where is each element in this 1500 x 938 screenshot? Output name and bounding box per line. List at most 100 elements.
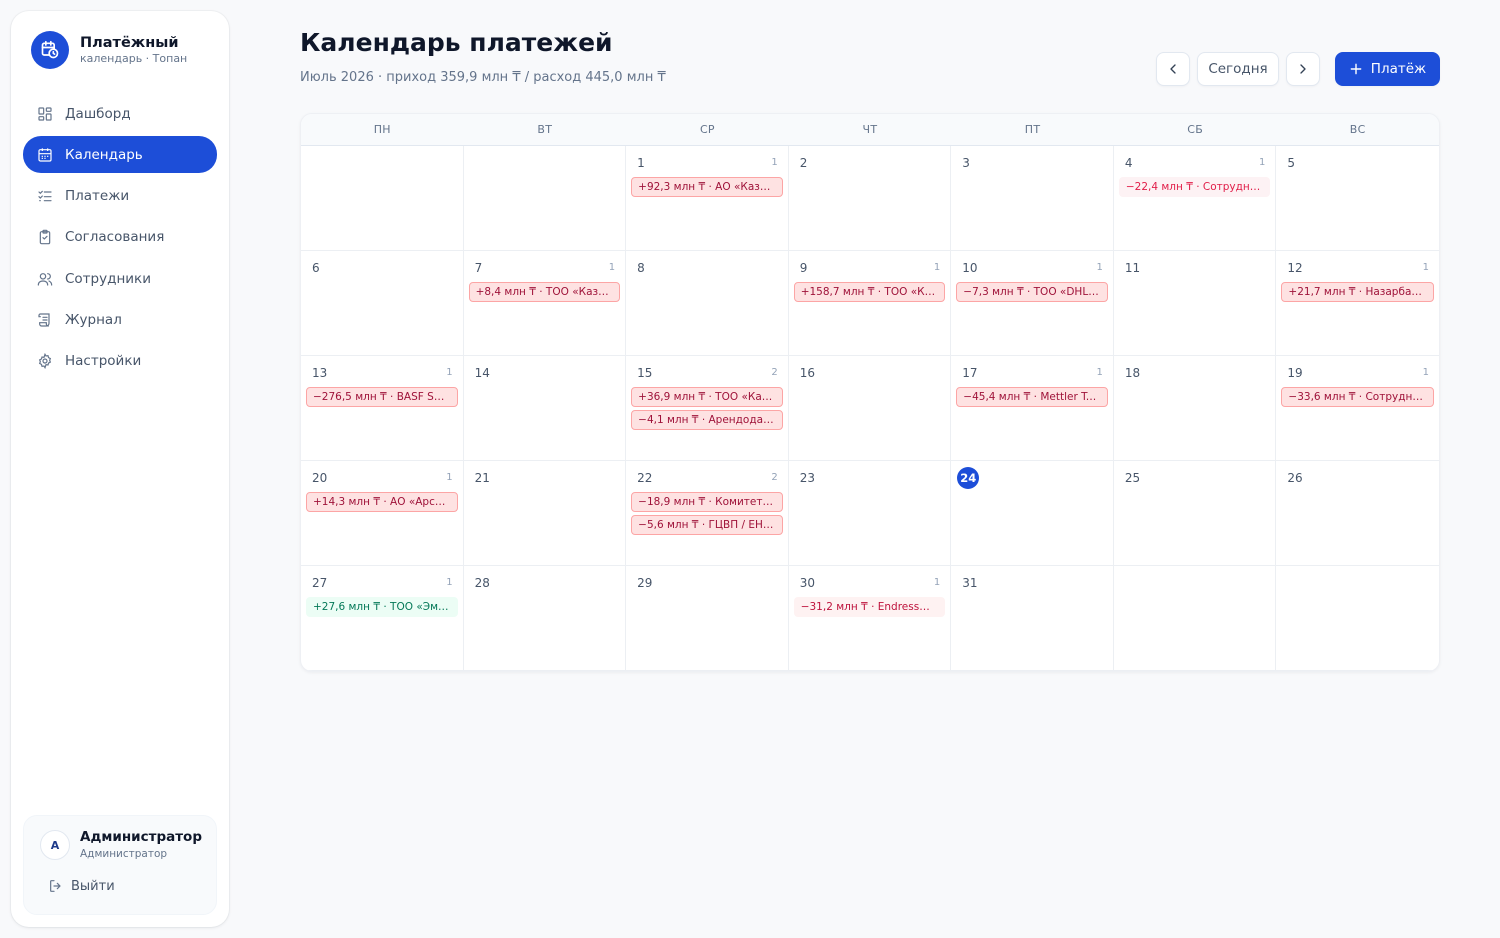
- day-number: 2: [799, 156, 808, 170]
- logout-icon: [48, 878, 64, 894]
- day-cell[interactable]: 14: [463, 356, 627, 461]
- sidebar-item-label: Дашборд: [65, 105, 131, 122]
- day-cell[interactable]: 21: [463, 461, 627, 566]
- day-number: 21: [474, 471, 490, 485]
- payment-chip[interactable]: +36,9 млн ₸ · ТОО «Казцинк»: [631, 387, 783, 407]
- payment-chip[interactable]: −22,4 млн ₸ · Сотрудники: [1118, 177, 1271, 197]
- payment-chip[interactable]: +14,3 млн ₸ · АО «АрселорМиттал»: [306, 492, 458, 512]
- brand[interactable]: Платёжный календарь · Топан: [31, 31, 187, 69]
- payment-count: 1: [1259, 157, 1266, 168]
- sidebar-item-employees[interactable]: Сотрудники: [23, 260, 217, 297]
- next-month-button[interactable]: [1286, 52, 1320, 86]
- payment-chip[interactable]: +92,3 млн ₸ · АО «КазМунайГаз»: [631, 177, 783, 197]
- day-events: +21,7 млн ₸ · Назарбаев Университет: [1281, 282, 1434, 305]
- day-events: −276,5 млн ₸ · BASF SE (Германия): [306, 387, 458, 410]
- day-cell[interactable]: 18: [1113, 356, 1277, 461]
- page-title: Календарь платежей: [300, 28, 613, 57]
- day-cell[interactable]: 25: [1113, 461, 1277, 566]
- avatar[interactable]: A: [40, 830, 70, 860]
- day-number: 14: [474, 366, 490, 380]
- users-icon: [36, 270, 54, 288]
- payment-count: 1: [446, 577, 453, 588]
- day-cell[interactable]: 20 1 +14,3 млн ₸ · АО «АрселорМиттал»: [301, 461, 464, 566]
- dashboard-icon: [36, 105, 54, 123]
- chevron-left-icon: [1165, 61, 1181, 77]
- weekday-label: СБ: [1187, 123, 1204, 136]
- day-events: +14,3 млн ₸ · АО «АрселорМиттал»: [306, 492, 458, 515]
- day-cell[interactable]: 23: [788, 461, 952, 566]
- day-cell[interactable]: 10 1 −7,3 млн ₸ · ТОО «DHL Express»: [951, 251, 1114, 356]
- day-cell[interactable]: 29: [626, 566, 789, 671]
- payment-chip[interactable]: −45,4 млн ₸ · Mettler Toledo: [956, 387, 1108, 407]
- payment-chip[interactable]: +21,7 млн ₸ · Назарбаев Университет: [1281, 282, 1434, 302]
- payment-chip[interactable]: +27,6 млн ₸ · ТОО «Эмбамунайгаз»: [306, 597, 458, 617]
- sidebar-item-approvals[interactable]: Согласования: [23, 219, 217, 256]
- day-cell[interactable]: 12 1 +21,7 млн ₸ · Назарбаев Университет: [1276, 251, 1439, 356]
- weekday-label: ВТ: [537, 123, 553, 136]
- payment-chip[interactable]: −4,1 млн ₸ · Арендодатель: [631, 410, 783, 430]
- sidebar-item-settings[interactable]: Настройки: [23, 343, 217, 380]
- sidebar-item-journal[interactable]: Журнал: [23, 301, 217, 338]
- payment-chip[interactable]: +158,7 млн ₸ · ТОО «Казахмыс»: [793, 282, 946, 302]
- day-cell[interactable]: 15 2 +36,9 млн ₸ · ТОО «Казцинк» −4,1 млн ₸…: [626, 356, 789, 461]
- day-cell[interactable]: 13 1 −276,5 млн ₸ · BASF SE (Германия): [301, 356, 464, 461]
- day-events: −7,3 млн ₸ · ТОО «DHL Express»: [956, 282, 1108, 305]
- day-cell[interactable]: 5: [1276, 146, 1439, 251]
- day-cell[interactable]: 31: [951, 566, 1114, 671]
- day-cell[interactable]: 26: [1276, 461, 1439, 566]
- weekday-label: СР: [699, 123, 715, 136]
- day-events: +27,6 млн ₸ · ТОО «Эмбамунайгаз»: [306, 597, 458, 620]
- payment-chip[interactable]: −18,9 млн ₸ · Комитет госдоходов: [631, 492, 783, 512]
- day-cell[interactable]: 2: [788, 146, 952, 251]
- payment-chip[interactable]: +8,4 млн ₸ · ТОО «Казфосфат»: [468, 282, 621, 302]
- sidebar-item-calendar[interactable]: Календарь: [23, 136, 217, 174]
- day-number: 13: [312, 366, 328, 380]
- day-cell[interactable]: 11: [1113, 251, 1277, 356]
- prev-month-button[interactable]: [1156, 52, 1190, 86]
- day-cell[interactable]: 7 1 +8,4 млн ₸ · ТОО «Казфосфат»: [463, 251, 627, 356]
- day-number: 9: [799, 261, 808, 275]
- payment-count: 1: [446, 367, 453, 378]
- add-payment-label: Платёж: [1370, 61, 1427, 77]
- sidebar-item-payments[interactable]: Платежи: [23, 178, 217, 215]
- day-cell[interactable]: 17 1 −45,4 млн ₸ · Mettler Toledo: [951, 356, 1114, 461]
- day-events: +158,7 млн ₸ · ТОО «Казахмыс»: [793, 282, 946, 305]
- day-cell[interactable]: 1 1 +92,3 млн ₸ · АО «КазМунайГаз»: [626, 146, 789, 251]
- day-cell[interactable]: 19 1 −33,6 млн ₸ · Сотрудники: [1276, 356, 1439, 461]
- add-payment-button[interactable]: Платёж: [1335, 52, 1440, 86]
- day-cell[interactable]: 24: [951, 461, 1114, 566]
- day-cell[interactable]: 27 1 +27,6 млн ₸ · ТОО «Эмбамунайгаз»: [301, 566, 464, 671]
- sidebar-item-label: Согласования: [65, 229, 165, 246]
- day-cell[interactable]: 16: [788, 356, 952, 461]
- day-cell[interactable]: 8: [626, 251, 789, 356]
- logout-button[interactable]: Выйти: [48, 878, 115, 894]
- day-cell[interactable]: 9 1 +158,7 млн ₸ · ТОО «Казахмыс»: [788, 251, 952, 356]
- payment-chip[interactable]: −7,3 млн ₸ · ТОО «DHL Express»: [956, 282, 1108, 302]
- today-day-number: 24: [957, 467, 980, 489]
- payment-chip[interactable]: −31,2 млн ₸ · Endress+Hauser: [793, 597, 946, 617]
- calendar-clock-icon: [31, 31, 69, 69]
- payment-chip[interactable]: −276,5 млн ₸ · BASF SE (Германия): [306, 387, 458, 407]
- payment-count: 1: [1422, 262, 1429, 273]
- payment-count: 2: [771, 367, 778, 378]
- payment-count: 1: [1422, 367, 1429, 378]
- payment-chip[interactable]: −33,6 млн ₸ · Сотрудники: [1281, 387, 1434, 407]
- day-cell[interactable]: 30 1 −31,2 млн ₸ · Endress+Hauser: [788, 566, 952, 671]
- today-button[interactable]: Сегодня: [1197, 52, 1279, 86]
- day-cell[interactable]: 222−18,9 млн ₸ · Комитет госдоходов−5,6 …: [626, 461, 789, 566]
- day-cell[interactable]: 28: [463, 566, 627, 671]
- user-role: Администратор: [80, 848, 168, 860]
- day-cell[interactable]: 4 1 −22,4 млн ₸ · Сотрудники: [1113, 146, 1277, 251]
- page-subtitle: Июль 2026 · приход 359,9 млн ₸ / расход …: [300, 70, 666, 85]
- sidebar-item-dashboard[interactable]: Дашборд: [23, 95, 217, 132]
- payment-count: 1: [933, 577, 941, 588]
- day-events: −18,9 млн ₸ · Комитет госдоходов −5,6 млн…: [631, 492, 783, 538]
- day-cell[interactable]: 3: [951, 146, 1114, 251]
- day-cell[interactable]: 6: [301, 251, 464, 356]
- weekday-label: ЧТ: [862, 123, 878, 136]
- payment-count: 2: [771, 472, 778, 483]
- payment-chip[interactable]: −5,6 млн ₸ · ГЦВП / ЕНПФ: [631, 515, 783, 535]
- logout-label: Выйти: [71, 878, 115, 894]
- day-number: 11: [1124, 261, 1141, 275]
- day-number: 1: [637, 156, 645, 170]
